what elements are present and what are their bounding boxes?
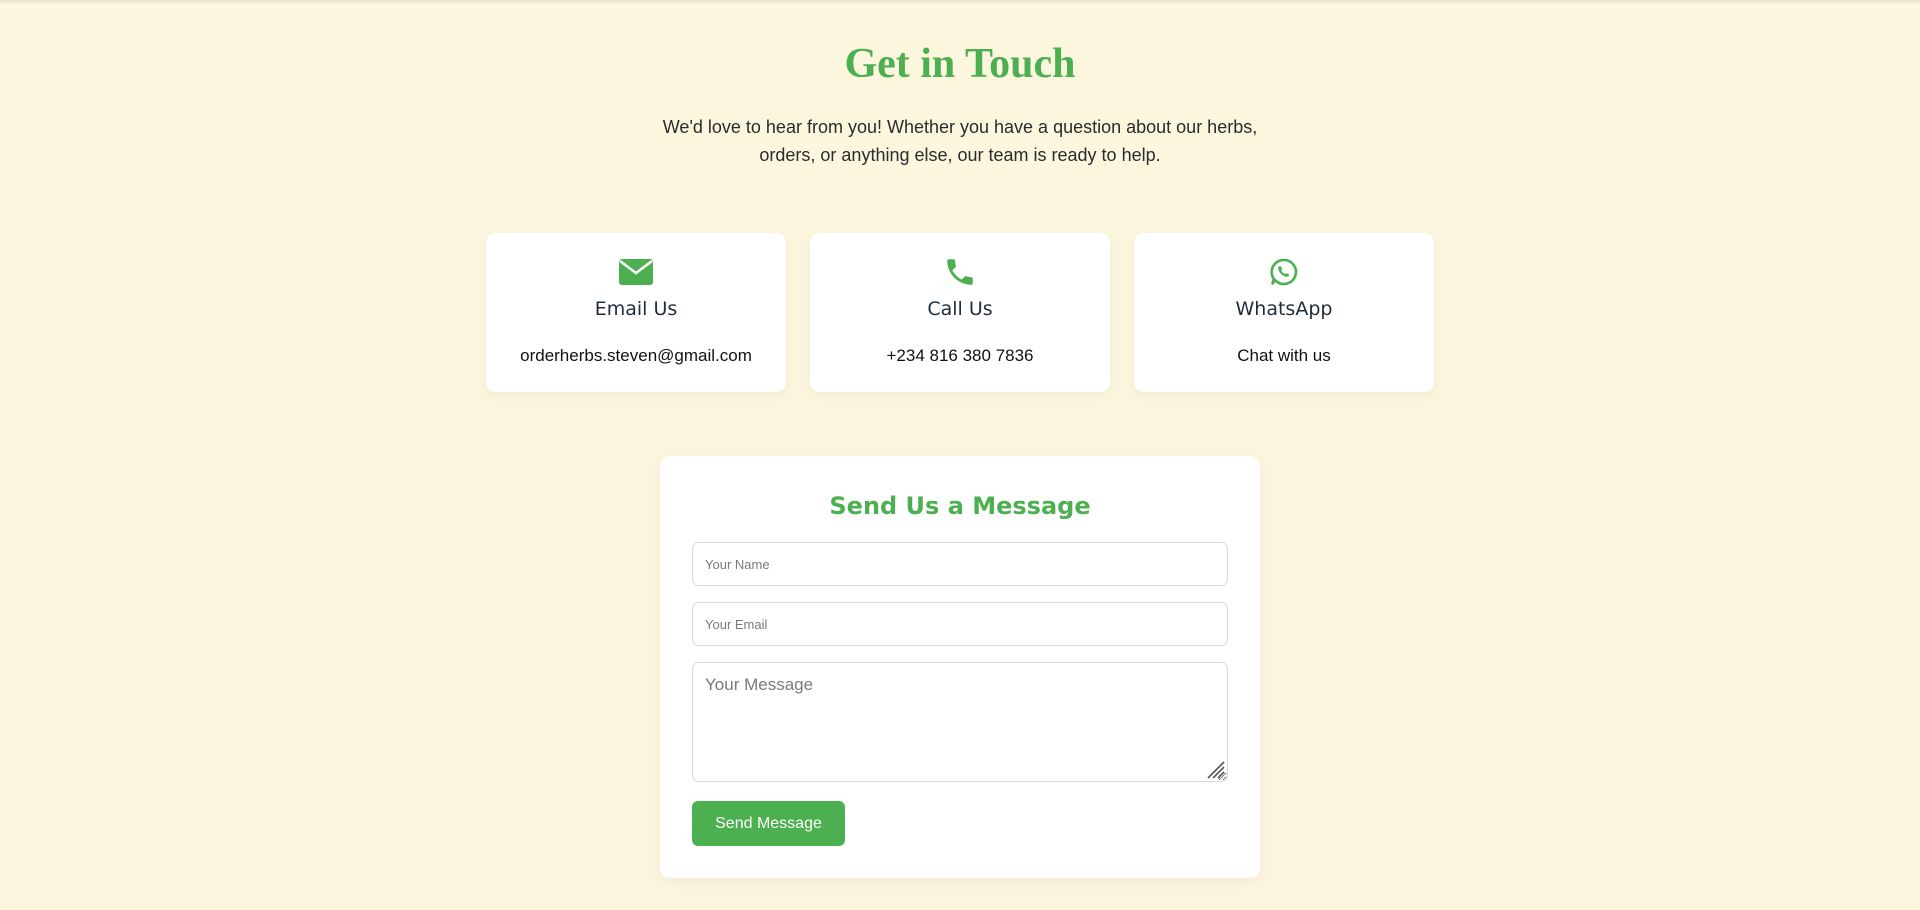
whatsapp-chat-link[interactable]: Chat with us [1134,346,1434,366]
whatsapp-card[interactable]: WhatsApp Chat with us [1134,233,1434,392]
send-message-button[interactable]: Send Message [692,801,845,846]
message-textarea[interactable] [692,662,1228,782]
contact-form: Send Us a Message Send Message [660,456,1260,878]
header-shadow [0,0,1920,4]
phone-icon [810,255,1110,289]
whatsapp-icon [1134,255,1434,289]
email-input[interactable] [692,602,1228,646]
call-card[interactable]: Call Us +234 816 380 7836 [810,233,1110,392]
name-input[interactable] [692,542,1228,586]
email-card-title: Email Us [594,298,678,320]
form-title: Send Us a Message [829,492,1091,520]
email-card[interactable]: Email Us orderherbs.steven@gmail.com [486,233,786,392]
intro-text: We'd love to hear from you! Whether you … [662,117,1258,165]
email-address[interactable]: orderherbs.steven@gmail.com [486,346,786,366]
whatsapp-card-title: WhatsApp [1235,298,1333,320]
page-title: Get in Touch [844,41,1076,87]
contact-cards: Email Us orderherbs.steven@gmail.com Cal… [486,233,1434,392]
envelope-icon [486,255,786,289]
phone-number[interactable]: +234 816 380 7836 [810,346,1110,366]
call-card-title: Call Us [927,298,993,320]
